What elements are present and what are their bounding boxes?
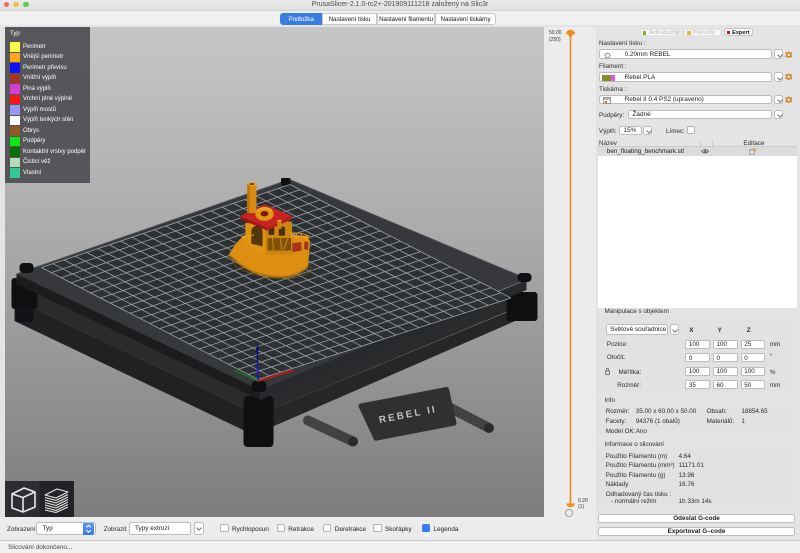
- svg-text:(1): (1): [578, 504, 584, 510]
- svg-text:(250): (250): [549, 37, 561, 43]
- svg-text:50.00: 50.00: [549, 30, 562, 36]
